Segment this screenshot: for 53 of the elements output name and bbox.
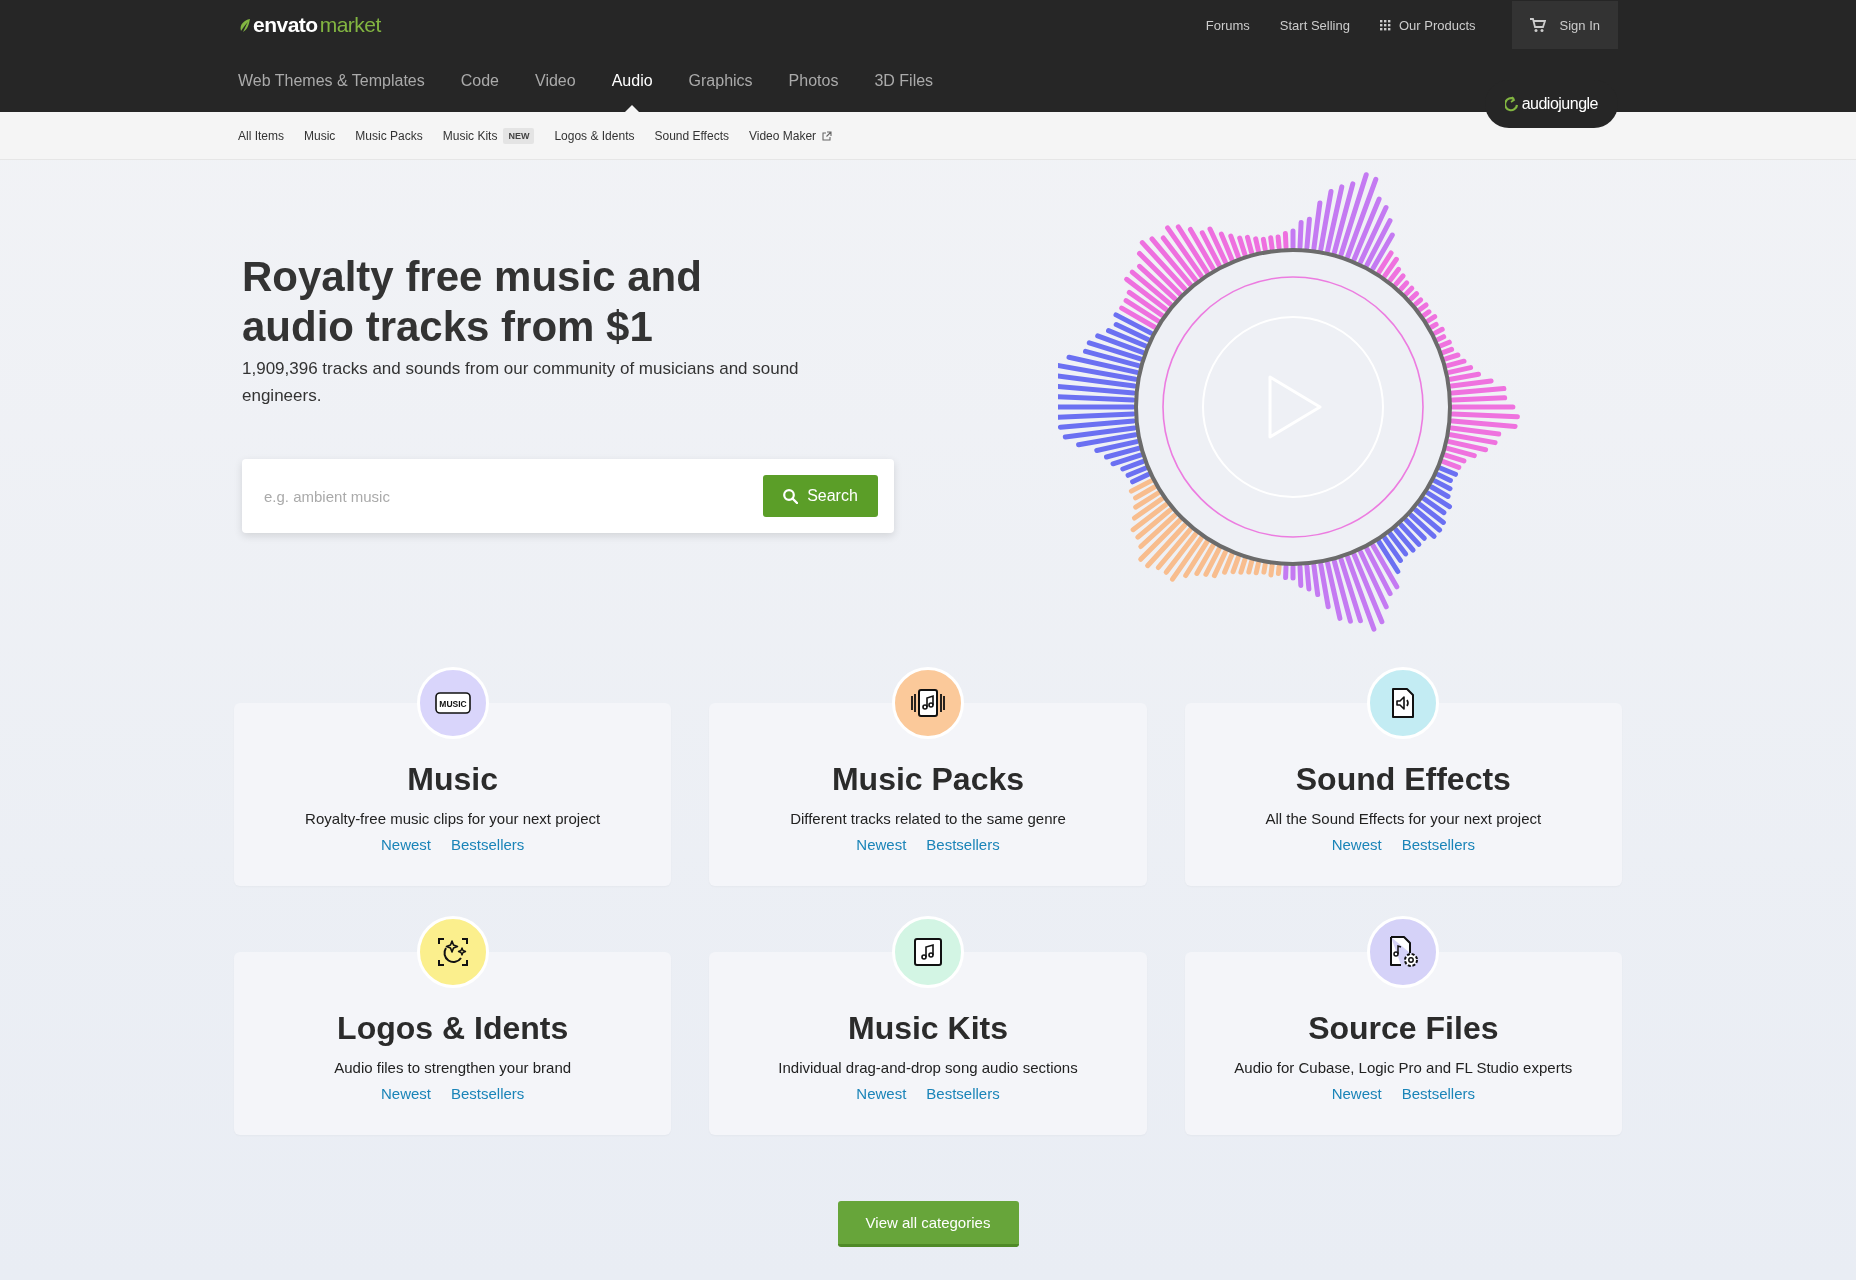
category-link[interactable]: Bestsellers [926, 1085, 1000, 1102]
category-link[interactable]: Bestsellers [1401, 836, 1475, 853]
category-link[interactable]: Newest [1331, 836, 1382, 853]
subnav-link[interactable]: Sound Effects [654, 128, 729, 143]
category-description: Different tracks related to the same genre [790, 810, 1066, 827]
category-link[interactable]: Newest [1331, 1085, 1382, 1102]
category-link[interactable]: Bestsellers [451, 836, 525, 853]
category-title: Logos & Idents [337, 1009, 569, 1047]
category-link[interactable]: Bestsellers [1401, 1085, 1475, 1102]
swirl-icon [1504, 96, 1519, 112]
subnav-link[interactable]: Music Packs [355, 128, 423, 143]
top-nav-link[interactable]: Forums [1205, 17, 1250, 33]
category-link[interactable]: Newest [856, 1085, 907, 1102]
search-button[interactable]: Search [763, 475, 878, 517]
category-title: Sound Effects [1295, 760, 1511, 798]
subnav-link[interactable]: Music Kits NEW [442, 127, 535, 144]
category-title: Music [407, 760, 498, 798]
grid-icon [1379, 19, 1391, 31]
leaf-icon [238, 17, 251, 33]
category-title: Source Files [1308, 1009, 1499, 1047]
category-description: Individual drag-and-drop song audio sections [778, 1059, 1078, 1076]
category-title: Music Packs [831, 760, 1025, 798]
new-badge: NEW [503, 127, 535, 144]
search-icon [783, 488, 799, 504]
category-description: Audio for Cubase, Logic Pro and FL Studio experts [1234, 1059, 1573, 1076]
category-tab[interactable]: Photos [788, 50, 839, 112]
category-tab[interactable]: Web Themes & Templates [238, 50, 425, 112]
category-title: Music Kits [847, 1009, 1008, 1047]
category-link[interactable]: Newest [380, 836, 431, 853]
sign-in-button[interactable]: Sign In [1511, 1, 1618, 49]
subnav-link[interactable]: Video Maker [748, 128, 833, 143]
cart-icon [1529, 17, 1546, 33]
category-link[interactable]: Bestsellers [926, 836, 1000, 853]
category-tab[interactable]: Video [535, 50, 576, 112]
subnav-link[interactable]: Logos & Idents [554, 128, 635, 143]
category-tab[interactable]: 3D Files [874, 50, 934, 112]
category-description: Royalty-free music clips for your next project [305, 810, 601, 827]
hero-subtitle: 1,909,396 tracks and sounds from our community of musicians and sound engineers. [242, 358, 800, 407]
search-field[interactable]: e.g. ambient music Search [242, 459, 894, 533]
subnav-link[interactable]: Music [304, 128, 336, 143]
envato-market-logo[interactable]: envatomarket [238, 13, 381, 37]
category-link[interactable]: Newest [856, 836, 907, 853]
category-description: Audio files to strengthen your brand [334, 1059, 572, 1076]
category-tab[interactable]: Graphics [688, 50, 753, 112]
category-description: All the Sound Effects for your next project [1265, 810, 1542, 827]
hero-title: Royalty free music and audio tracks from $1 [242, 252, 703, 352]
subnav-link[interactable]: All Items [238, 128, 284, 143]
category-tab[interactable]: Audio [611, 50, 653, 112]
category-link[interactable]: Newest [380, 1085, 431, 1102]
top-nav-link[interactable]: Start Selling [1279, 17, 1350, 33]
category-tab[interactable]: Code [460, 50, 499, 112]
top-nav-link[interactable]: Our Products [1379, 17, 1476, 33]
category-link[interactable]: Bestsellers [451, 1085, 525, 1102]
